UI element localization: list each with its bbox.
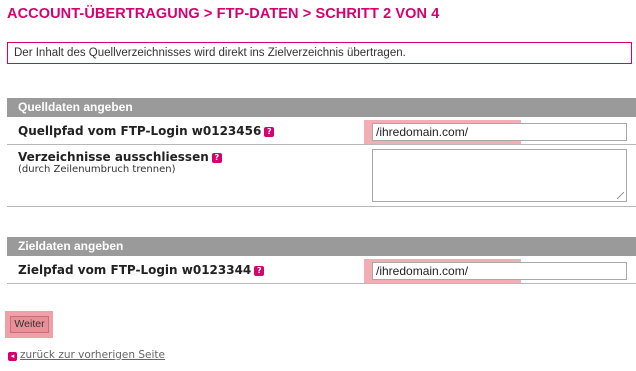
target-path-label-wrap: Zielpfad vom FTP-Login w0123344?	[18, 263, 265, 277]
info-notice: Der Inhalt des Quellverzeichnisses wird …	[7, 42, 632, 64]
back-arrow-icon: ◂	[8, 352, 17, 361]
help-icon[interactable]: ?	[211, 153, 222, 163]
page-title: ACCOUNT-ÜBERTRAGUNG > FTP-DATEN > SCHRIT…	[7, 6, 440, 22]
exclude-dirs-label: Verzeichnisse ausschliessen	[18, 150, 209, 164]
help-icon[interactable]: ?	[264, 127, 275, 137]
source-path-label-wrap: Quellpfad vom FTP-Login w0123456?	[18, 124, 275, 138]
weiter-button[interactable]: Weiter	[10, 316, 49, 333]
target-path-label: Zielpfad vom FTP-Login w0123344	[18, 263, 252, 277]
back-link-label[interactable]: zurück zur vorherigen Seite	[20, 349, 165, 361]
exclude-label-wrap: Verzeichnisse ausschliessen?	[18, 150, 222, 164]
source-section-header: Quelldaten angeben	[7, 98, 636, 117]
source-path-input[interactable]: /ihredomain.com/	[372, 123, 627, 141]
source-path-label: Quellpfad vom FTP-Login w0123456	[18, 124, 262, 138]
exclude-dirs-hint: (durch Zeilenumbruch trennen)	[18, 164, 176, 175]
exclude-dirs-textarea[interactable]	[372, 149, 627, 202]
help-icon[interactable]: ?	[254, 266, 265, 276]
target-section-header: Zieldaten angeben	[7, 237, 636, 256]
back-link[interactable]: ◂ zurück zur vorherigen Seite	[8, 349, 165, 361]
target-path-input[interactable]: /ihredomain.com/	[372, 262, 627, 280]
resize-grip-icon[interactable]	[617, 192, 624, 199]
